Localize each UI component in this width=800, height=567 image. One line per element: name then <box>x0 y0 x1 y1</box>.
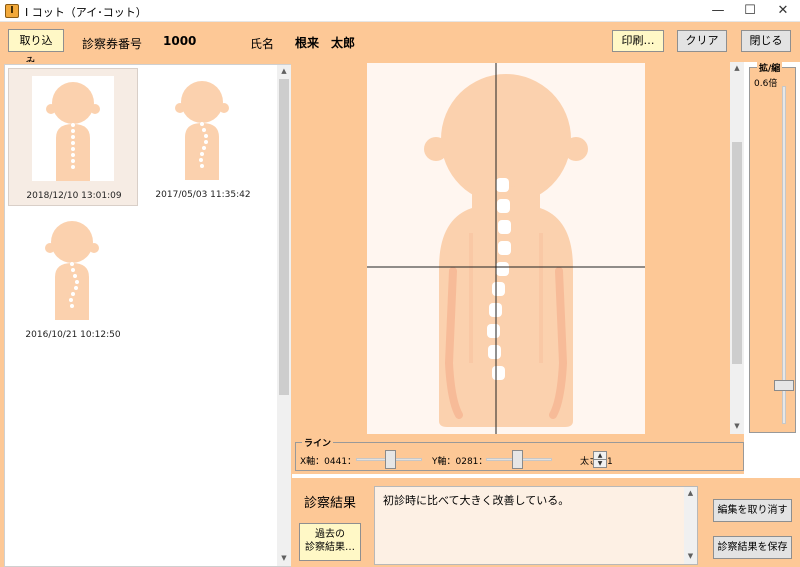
x-axis-label: X軸：0441： <box>300 457 357 467</box>
zoom-group: 拡/縮 0.6倍 <box>749 61 796 433</box>
print-button[interactable]: 印刷… <box>612 30 664 52</box>
zoom-panel: 拡/縮 0.6倍 <box>744 61 800 474</box>
ticket-number-value: 1000 <box>163 34 197 48</box>
header-bar: 取り込み… 診察券番号 1000 氏名 根来 太郎 印刷… クリア 閉じる <box>0 22 800 68</box>
scroll-up-icon[interactable]: ▲ <box>684 489 697 497</box>
thumbnail-scrollbar[interactable]: ▲ ▼ <box>277 65 291 566</box>
scroll-up-icon[interactable]: ▲ <box>730 64 744 72</box>
thickness-spinner[interactable]: ▲ ▼ <box>593 451 607 468</box>
scroll-down-icon[interactable]: ▼ <box>277 554 291 562</box>
minimize-icon[interactable]: — <box>701 0 735 22</box>
spin-up-icon[interactable]: ▲ <box>594 452 606 460</box>
title-bar: I I コット（アイ･コット） — ☐ ✕ <box>0 0 800 22</box>
result-scrollbar[interactable]: ▲ ▼ <box>684 487 697 564</box>
x-axis-slider-thumb[interactable] <box>385 450 396 469</box>
scroll-down-icon[interactable]: ▼ <box>730 422 744 430</box>
past-results-label-line2: 診察結果… <box>305 542 355 553</box>
scroll-up-icon[interactable]: ▲ <box>277 67 291 75</box>
line-legend: ライン <box>302 436 334 449</box>
result-label: 診察結果 <box>304 496 357 511</box>
spine-image-canvas[interactable] <box>367 63 645 434</box>
thumbnail-item[interactable]: 2017/05/03 11:35:42 <box>138 68 268 206</box>
spine-thumbnail-image <box>32 76 114 181</box>
zoom-slider-thumb[interactable] <box>774 380 794 391</box>
thumbnail-item[interactable]: 2016/10/21 10:12:50 <box>8 208 138 346</box>
zoom-slider-track[interactable] <box>782 86 786 424</box>
patient-name-value: 根来 太郎 <box>295 36 356 50</box>
viewer-scrollbar[interactable]: ▲ ▼ <box>730 62 744 434</box>
past-results-label-line1: 過去の <box>315 529 345 540</box>
y-axis-label: Y軸：0281： <box>432 457 488 467</box>
spin-down-icon[interactable]: ▼ <box>594 460 606 468</box>
result-panel: 診察結果 過去の 診察結果… 初診時に比べて大きく改善している。 ▲ ▼ 編集を… <box>292 478 800 567</box>
thumbnail-date: 2016/10/21 10:12:50 <box>25 330 121 340</box>
maximize-icon[interactable]: ☐ <box>733 0 767 22</box>
zoom-legend: 拡/縮 <box>757 61 783 74</box>
app-icon: I <box>5 4 19 18</box>
close-window-icon[interactable]: ✕ <box>766 0 800 22</box>
result-textarea[interactable]: 初診時に比べて大きく改善している。 ▲ ▼ <box>374 486 698 565</box>
ticket-number-label: 診察券番号 <box>82 37 143 51</box>
line-group: ライン X軸：0441： Y軸：0281： 太さ：1 ▲ ▼ <box>295 436 744 471</box>
save-result-button[interactable]: 診察結果を保存 <box>713 536 792 559</box>
spine-thumbnail-image <box>31 215 113 320</box>
thumbnail-list: 2018/12/10 13:01:09 2017/05/03 11:35:42 <box>4 64 291 567</box>
thumbnail-item[interactable]: 2018/12/10 13:01:09 <box>8 68 138 206</box>
past-results-button[interactable]: 過去の 診察結果… <box>299 523 361 561</box>
scroll-down-icon[interactable]: ▼ <box>684 552 697 560</box>
close-button[interactable]: 閉じる <box>741 30 791 52</box>
thumbnail-date: 2018/12/10 13:01:09 <box>26 191 122 201</box>
scrollbar-thumb[interactable] <box>732 142 742 364</box>
result-text: 初診時に比べて大きく改善している。 <box>383 494 570 507</box>
line-panel: ライン X軸：0441： Y軸：0281： 太さ：1 ▲ ▼ <box>292 434 744 474</box>
window-title: I コット（アイ･コット） <box>25 6 147 19</box>
thumbnail-date: 2017/05/03 11:35:42 <box>155 190 251 200</box>
spine-thumbnail-image <box>161 75 243 180</box>
thumbnail-panel: 2018/12/10 13:01:09 2017/05/03 11:35:42 <box>0 62 292 567</box>
scrollbar-thumb[interactable] <box>279 79 289 395</box>
clear-button[interactable]: クリア <box>677 30 727 52</box>
zoom-value: 0.6倍 <box>754 79 778 89</box>
image-viewer: ▲ ▼ <box>292 62 744 434</box>
patient-name-label: 氏名 <box>250 37 275 51</box>
import-button[interactable]: 取り込み… <box>8 29 64 68</box>
undo-edit-button[interactable]: 編集を取り消す <box>713 499 792 522</box>
y-axis-slider-thumb[interactable] <box>512 450 523 469</box>
